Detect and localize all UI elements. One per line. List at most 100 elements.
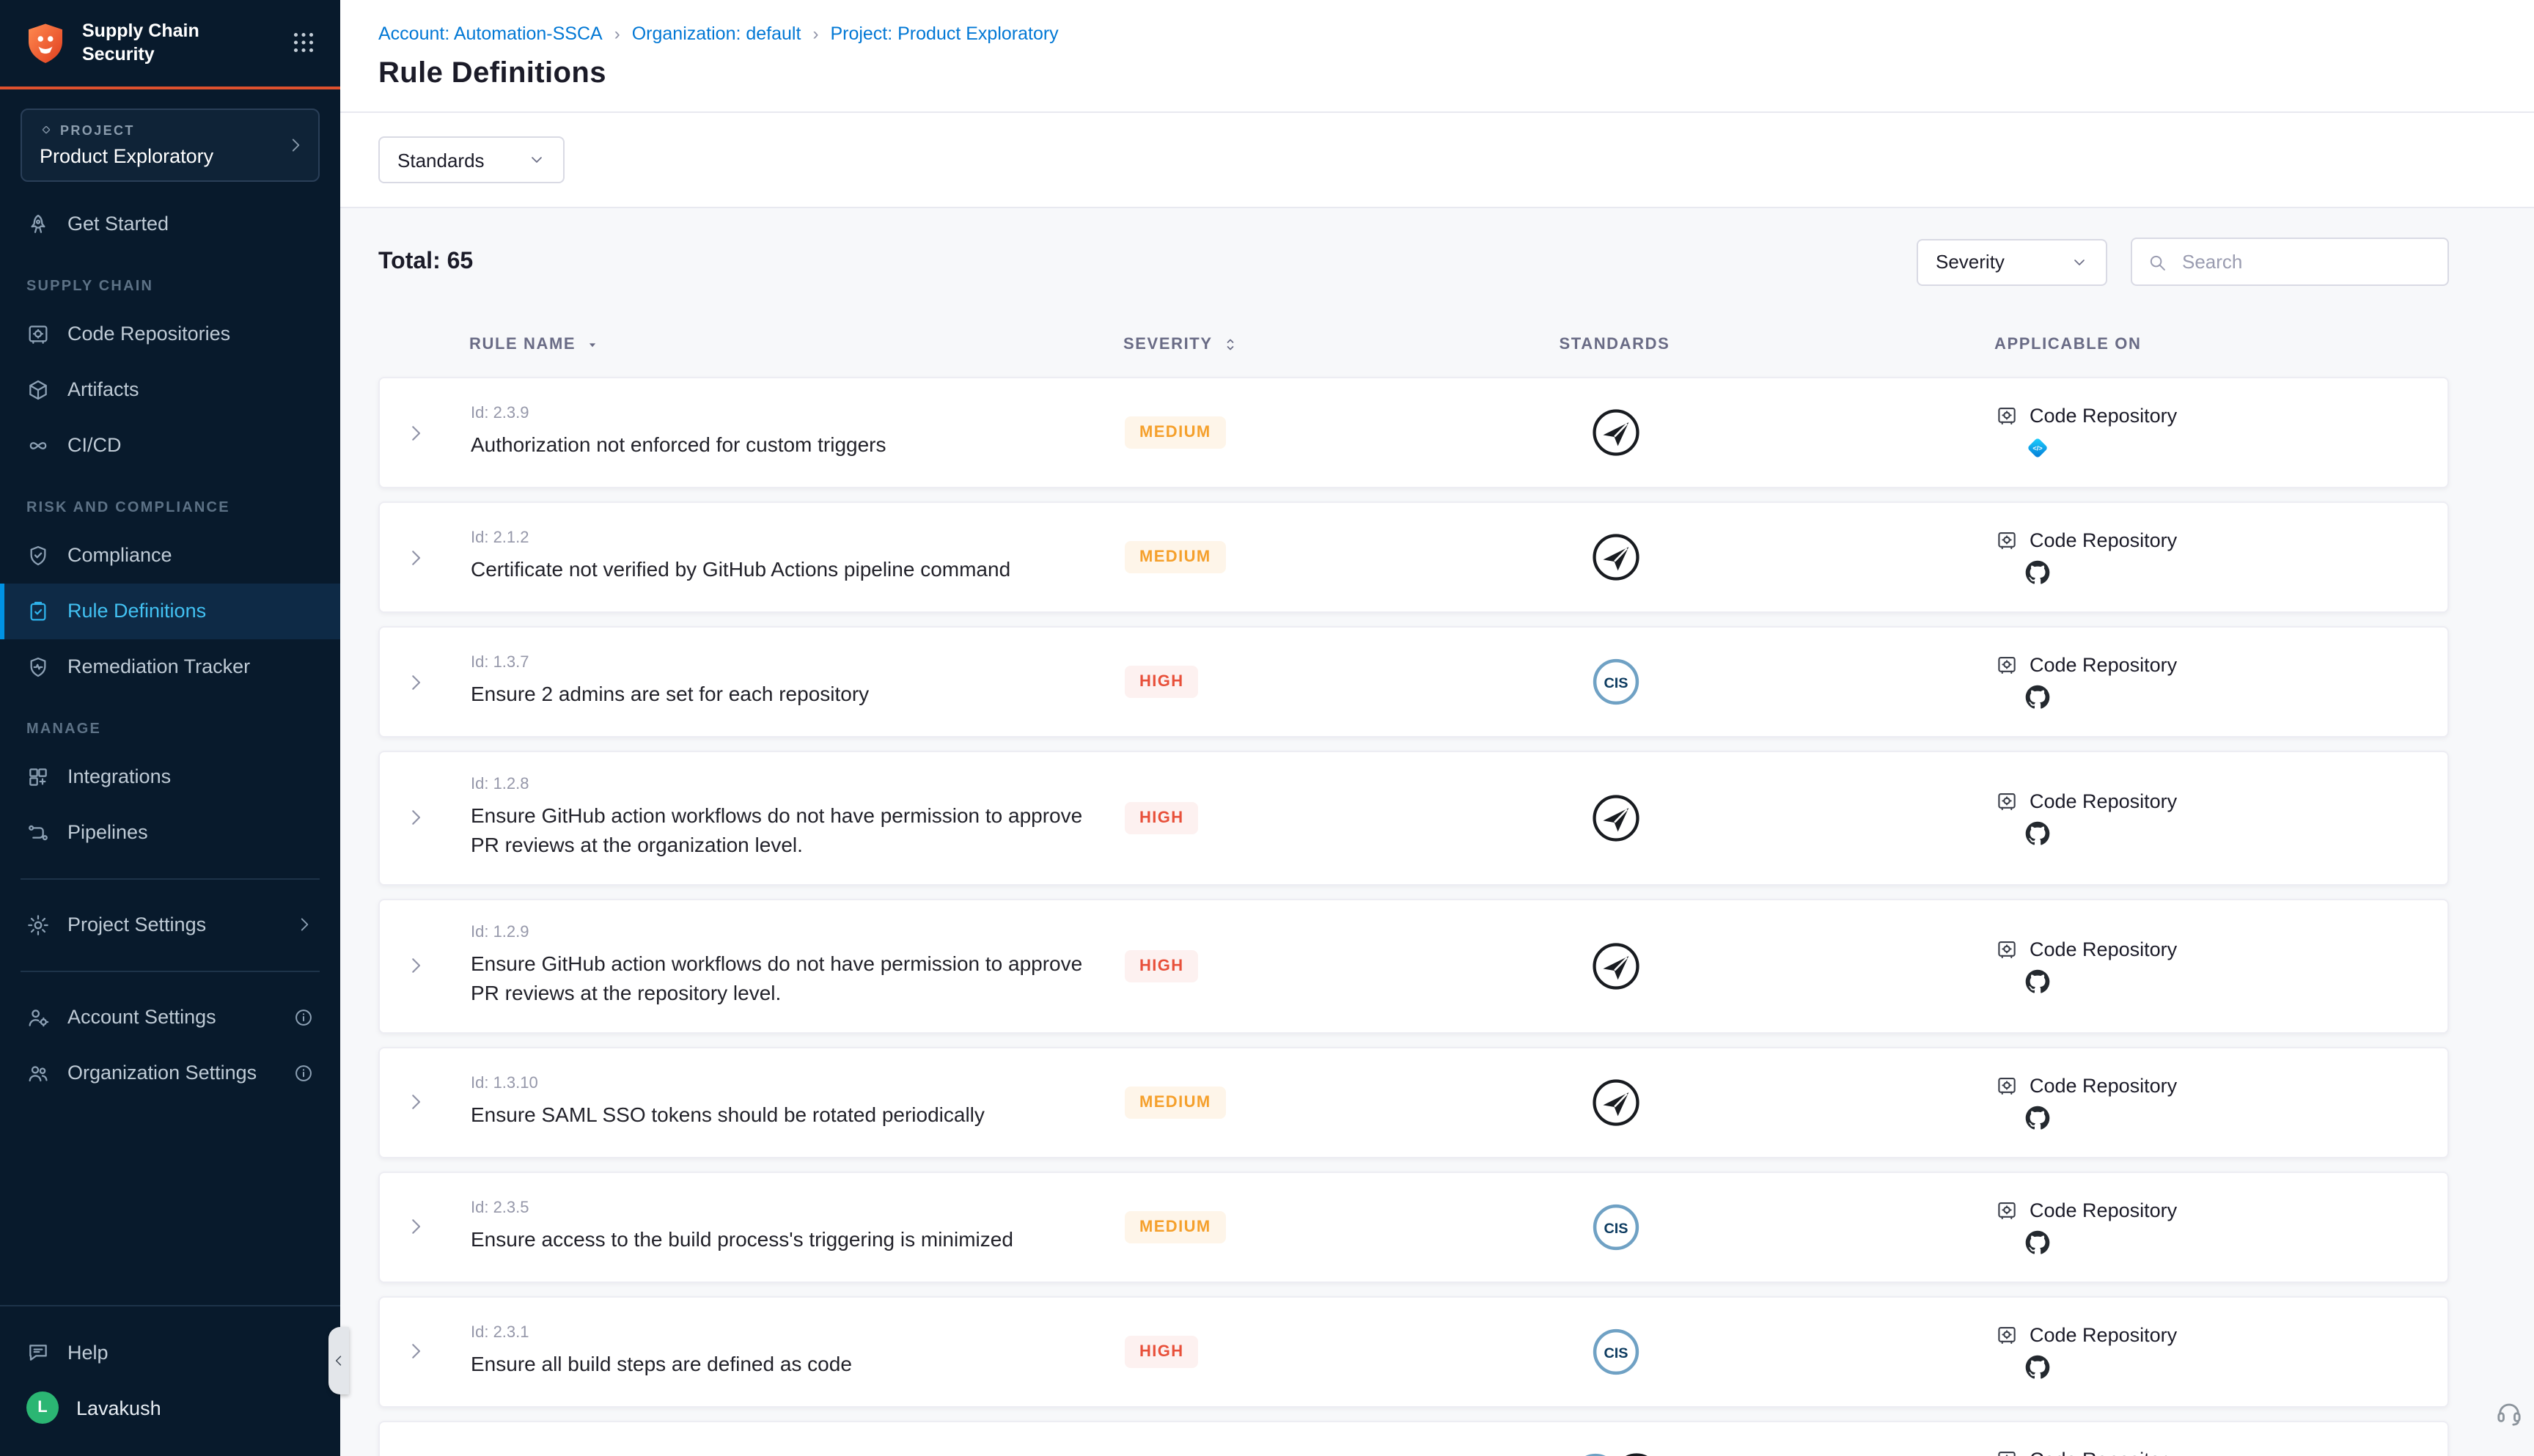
code-repository-icon [1996, 1323, 2018, 1345]
search-box[interactable] [2131, 238, 2449, 286]
rule-name[interactable]: Ensure all build steps are defined as co… [471, 1350, 1087, 1379]
code-repository-icon [1996, 790, 2018, 812]
clipboard-check-icon [26, 599, 50, 622]
standards-cell [1389, 408, 1843, 457]
chevron-right-icon [286, 135, 305, 154]
column-severity[interactable]: SEVERITY [1123, 336, 1387, 353]
app-root: Supply Chain Security PROJECT Product Ex… [0, 0, 2534, 1456]
code-repository-icon [1996, 938, 2018, 960]
paper-plane-standard-icon [1591, 408, 1641, 457]
project-label: PROJECT [40, 122, 301, 137]
shield-check-icon [26, 543, 50, 567]
people-icon [26, 1061, 50, 1084]
sidebar-item-code-repositories[interactable]: Code Repositories [0, 306, 340, 361]
sort-descending-icon[interactable] [584, 337, 599, 352]
applicable-on-label: Code Repository [2030, 1448, 2177, 1456]
module-switcher-icon[interactable] [290, 30, 317, 56]
sidebar-item-get-started[interactable]: Get Started [0, 196, 340, 251]
row-expand-chevron[interactable] [380, 546, 450, 568]
standards-cell: CIS [1389, 1451, 1843, 1456]
row-expand-chevron[interactable] [380, 671, 450, 693]
row-expand-chevron[interactable] [380, 1340, 450, 1362]
column-rule-name[interactable]: RULE NAME [449, 336, 1123, 353]
vault-icon [26, 322, 50, 345]
filter-bar: Standards [340, 113, 2534, 208]
svg-text:</>: </> [2032, 444, 2042, 452]
breadcrumb-separator: › [812, 23, 818, 44]
chevron-right-icon [404, 422, 426, 444]
rule-id: Id: 1.2.8 [471, 776, 1125, 793]
search-input[interactable] [2179, 249, 2433, 274]
severity-badge: MEDIUM [1125, 541, 1226, 573]
sidebar-item-organization-settings[interactable]: Organization Settings [0, 1045, 340, 1100]
row-expand-chevron[interactable] [380, 1091, 450, 1113]
project-name: Product Exploratory [40, 144, 301, 166]
rule-name[interactable]: Ensure SAML SSO tokens should be rotated… [471, 1100, 1087, 1130]
sidebar-collapse-handle[interactable] [328, 1327, 349, 1394]
sidebar-item-pipelines[interactable]: Pipelines [0, 804, 340, 860]
rule-name[interactable]: Authorization not enforced for custom tr… [471, 431, 1087, 460]
standards-filter-dropdown[interactable]: Standards [378, 136, 565, 183]
github-icon [2025, 1229, 2050, 1254]
table-row[interactable]: Id: 2.3.9 Authorization not enforced for… [378, 377, 2449, 488]
rule-name[interactable]: Ensure access to the build process's tri… [471, 1225, 1087, 1254]
row-expand-chevron[interactable] [380, 807, 450, 829]
sidebar-item-artifacts[interactable]: Artifacts [0, 361, 340, 417]
sidebar-item-remediation-tracker[interactable]: Remediation Tracker [0, 639, 340, 694]
table-row[interactable]: Id: 2.3.5 Ensure access to the build pro… [378, 1171, 2449, 1282]
table-row[interactable]: Id: 1.3.7 Ensure 2 admins are set for ea… [378, 626, 2449, 738]
code-repository-icon [1996, 1199, 2018, 1221]
user-menu[interactable]: L Lavakush [0, 1380, 340, 1435]
applicable-on-label: Code Repository [2030, 1199, 2177, 1221]
breadcrumb-link[interactable]: Account: Automation-SSCA [378, 23, 603, 44]
table-row[interactable]: Id: 1.2.8 Ensure GitHub action workflows… [378, 751, 2449, 886]
row-expand-chevron[interactable] [380, 955, 450, 977]
rule-name[interactable]: Certificate not verified by GitHub Actio… [471, 556, 1087, 585]
cis-standard-icon: CIS [1591, 1202, 1641, 1251]
rule-name[interactable]: Ensure GitHub action workflows do not ha… [471, 950, 1087, 1009]
code-repository-icon [1996, 1074, 2018, 1096]
github-icon [2025, 1105, 2050, 1130]
severity-filter-dropdown[interactable]: Severity [1917, 238, 2107, 285]
package-icon [26, 378, 50, 401]
rule-name[interactable]: Ensure 2 admins are set for each reposit… [471, 680, 1087, 710]
sidebar-header: Supply Chain Security [0, 0, 340, 89]
person-gear-icon [26, 1005, 50, 1029]
chevron-right-icon [404, 1091, 426, 1113]
severity-badge: HIGH [1125, 666, 1199, 698]
sidebar-item-project-settings[interactable]: Project Settings [0, 897, 340, 952]
sidebar-item-integrations[interactable]: Integrations [0, 749, 340, 804]
severity-badge: HIGH [1125, 802, 1199, 834]
sidebar-item-account-settings[interactable]: Account Settings [0, 989, 340, 1045]
cis-standard-icon: CIS [1591, 1326, 1641, 1376]
support-chat-icon[interactable] [2494, 1397, 2524, 1427]
chevron-down-icon [529, 151, 546, 169]
svg-text:CIS: CIS [1604, 1220, 1628, 1236]
project-selector[interactable]: PROJECT Product Exploratory [21, 108, 320, 181]
breadcrumb-link[interactable]: Organization: default [632, 23, 801, 44]
row-expand-chevron[interactable] [380, 422, 450, 444]
table-row[interactable]: Id: 2.1.2 Certificate not verified by Gi… [378, 501, 2449, 613]
rule-id: Id: 1.2.9 [471, 924, 1125, 941]
table-row[interactable]: Id: 1.2.9 Ensure GitHub action workflows… [378, 899, 2449, 1034]
sidebar-item-ci-cd[interactable]: CI/CD [0, 417, 340, 473]
chevron-right-icon [404, 1340, 426, 1362]
rule-name[interactable]: Ensure GitHub action workflows do not ha… [471, 802, 1087, 861]
sidebar-item-compliance[interactable]: Compliance [0, 527, 340, 583]
column-standards: STANDARDS [1387, 336, 1842, 353]
sidebar-item-help[interactable]: Help [0, 1324, 340, 1380]
table-row[interactable]: Id: 2.3.1 Ensure all build steps are def… [378, 1295, 2449, 1407]
severity-badge: MEDIUM [1125, 1210, 1226, 1243]
rocket-icon [26, 212, 50, 235]
chevron-right-icon [404, 671, 426, 693]
row-expand-chevron[interactable] [380, 1216, 450, 1238]
applicable-on-label: Code Repository [2030, 1074, 2177, 1096]
breadcrumb-link[interactable]: Project: Product Exploratory [830, 23, 1058, 44]
sidebar-item-rule-definitions[interactable]: Rule Definitions [0, 583, 340, 639]
table-row[interactable]: Id: 1.1.9 HIGH CIS Code Repository [378, 1420, 2449, 1456]
sort-icon[interactable] [1222, 336, 1239, 353]
github-icon [2025, 1354, 2050, 1379]
table-row[interactable]: Id: 1.3.10 Ensure SAML SSO tokens should… [378, 1046, 2449, 1158]
standards-cell [1389, 793, 1843, 843]
applicable-on-label: Code Repository [2030, 1323, 2177, 1345]
